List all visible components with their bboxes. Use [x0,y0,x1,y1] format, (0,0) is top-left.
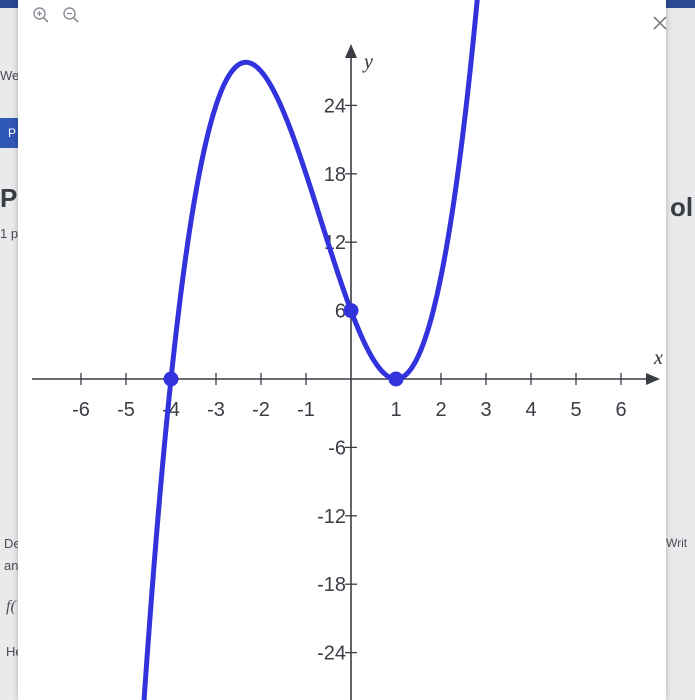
x-tick-label: -5 [117,399,135,421]
y-tick-label: 24 [324,95,346,117]
x-axis-arrow [646,373,660,385]
background-right-panel [664,8,695,700]
x-tick-label: 6 [615,399,626,421]
x-tick-label: 1 [390,399,401,421]
key-point [388,371,404,387]
x-tick-label: -6 [72,399,90,421]
background-text: Writ [666,536,688,550]
background-heading: Po [0,183,20,213]
x-tick-label: -2 [252,399,270,421]
key-point [163,371,179,387]
background-button[interactable]: P [0,118,20,148]
function-graph: xy-6 -5 -4 -3 -2 -1 1 2 3 4 5 6-24-18-12-66121824 [32,0,663,700]
y-tick-label: -12 [317,506,346,528]
graph-modal: x y -6 -5 -4 -3 -2 -1 1 2 3 4 5 6 -24 -18 -12 -6 6 12 18 24 [18,0,667,700]
y-tick-label: -24 [317,643,346,665]
function-curve [141,0,480,700]
x-tick-label: -1 [297,399,315,421]
key-point [343,303,359,319]
background-text: 1 po [0,226,20,241]
x-tick-label: 4 [525,399,536,421]
y-tick-label: 18 [324,164,346,186]
y-tick-label: -18 [317,574,346,596]
y-axis-arrow [345,44,357,58]
x-tick-label: 5 [570,399,581,421]
background-text: We [0,68,20,83]
y-tick-label: -6 [328,437,346,459]
x-tick-label: -3 [207,399,225,421]
y-axis-label: y [362,51,373,73]
x-tick-label: 2 [435,399,446,421]
background-heading: ol [670,192,694,222]
x-axis-label: x [653,347,663,369]
x-tick-label: 3 [480,399,491,421]
